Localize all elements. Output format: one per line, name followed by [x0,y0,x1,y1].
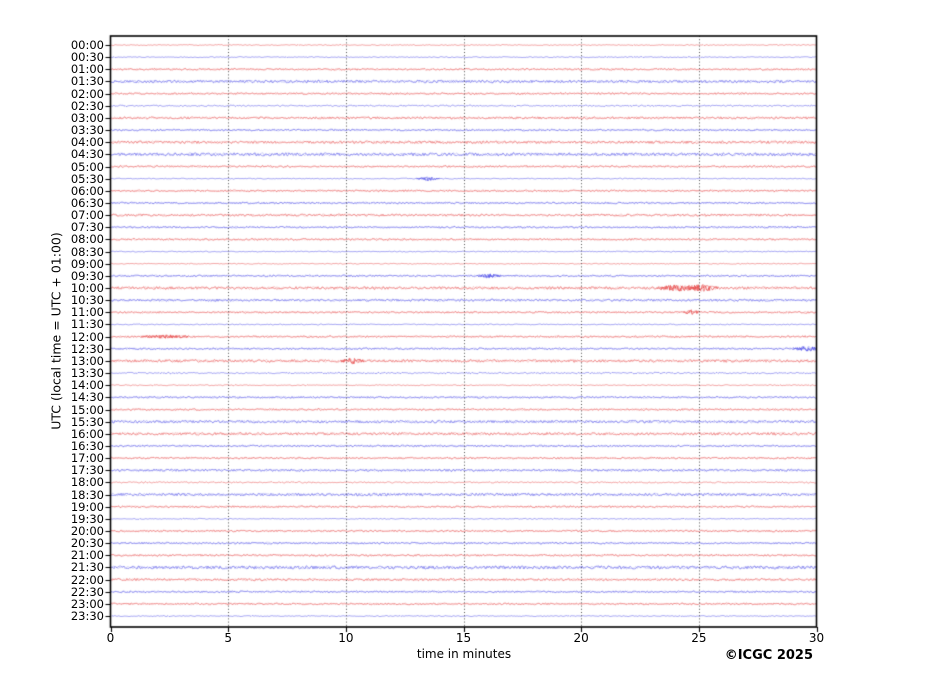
y-tick-label: 22:00 [70,572,104,587]
y-tick-label: 05:00 [70,159,104,174]
y-tick-label: 18:30 [70,487,104,502]
y-tick-label: 19:00 [70,499,104,514]
y-tick-label: 18:00 [70,475,104,490]
plot-area [0,0,927,696]
y-tick-label: 12:00 [70,329,104,344]
y-tick-label: 22:30 [70,584,104,599]
x-tick-label: 0 [106,631,115,645]
y-tick-label: 12:30 [70,341,104,356]
y-tick-label: 14:30 [70,390,104,405]
helicorder-canvas [0,0,927,696]
y-tick-label: 11:30 [70,317,104,332]
helicorder-page: 10-12-2025 CA.ARBS..HH1 - High pass filt… [0,0,927,696]
y-tick-label: 01:30 [70,74,104,89]
y-tick-label: 06:00 [70,183,104,198]
y-tick-label: 02:00 [70,86,104,101]
y-tick-label: 08:30 [70,244,104,259]
y-tick-label: 23:30 [70,609,104,624]
copyright-notice: ©ICGC 2025 [724,648,813,663]
y-tick-label: 15:30 [70,414,104,429]
x-axis-label: time in minutes [416,647,512,661]
y-tick-label: 04:30 [70,147,104,162]
x-tick-label: 5 [224,631,232,645]
y-tick-label: 09:00 [70,256,104,271]
y-tick-label: 02:30 [70,98,104,113]
y-tick-label: 21:30 [70,560,104,575]
x-tick-label: 20 [573,631,589,645]
x-tick-label: 15 [455,631,472,645]
x-tick-label: 30 [808,631,825,645]
x-tick-label: 25 [691,631,707,645]
y-tick-label: 16:00 [70,426,104,441]
y-tick-label: 05:30 [70,171,104,186]
x-tick-label: 10 [338,631,354,645]
y-tick-label: 08:00 [70,232,104,247]
y-tick-label: 15:00 [70,402,104,417]
